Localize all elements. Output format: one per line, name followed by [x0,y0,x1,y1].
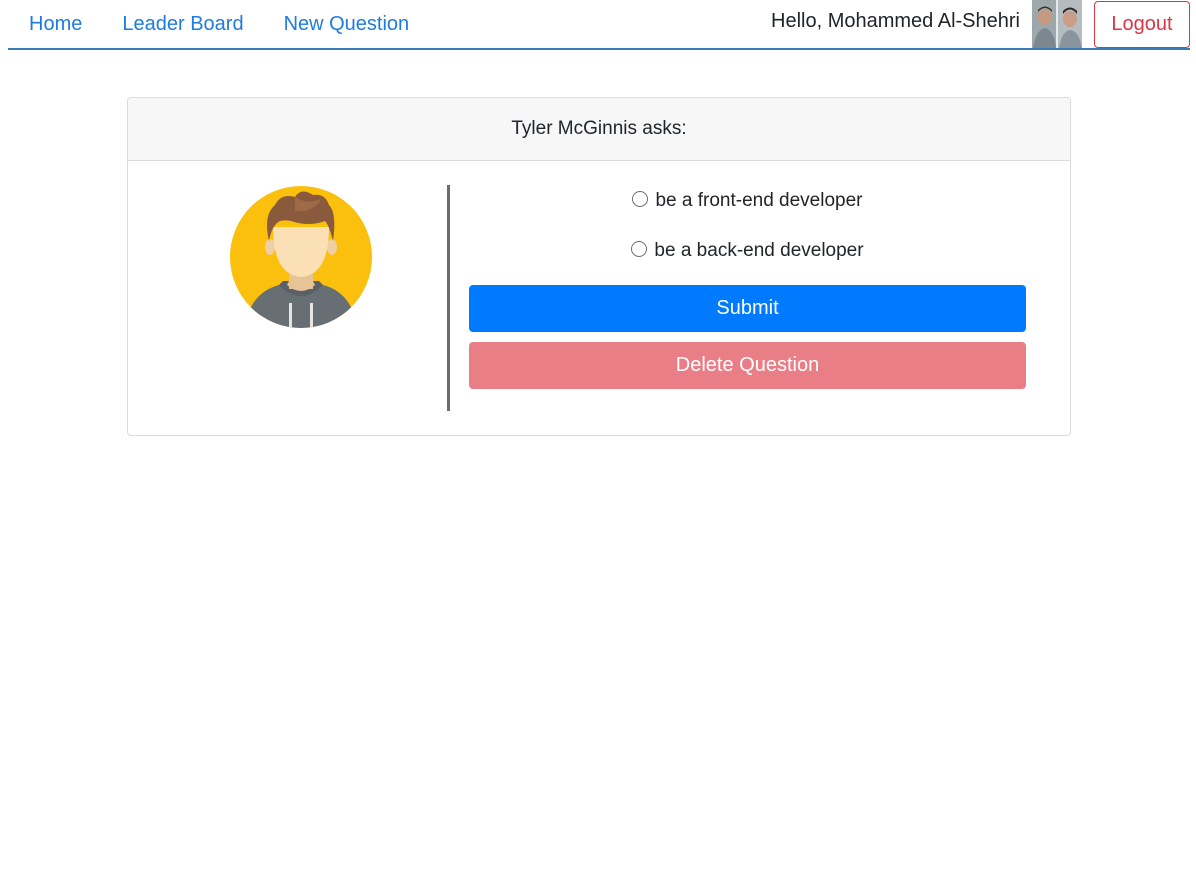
option-two-label: be a back-end developer [654,240,864,261]
question-card-body: be a front-end developer be a back-end d… [128,161,1070,435]
user-avatar [1032,0,1082,48]
option-one[interactable]: be a front-end developer [469,185,1026,217]
question-options: be a front-end developer be a back-end d… [469,185,1026,389]
delete-question-button[interactable]: Delete Question [469,342,1026,389]
user-area: Hello, Mohammed Al-Shehri Logout [771,0,1190,48]
option-one-radio[interactable] [632,191,649,207]
vertical-divider [447,185,450,411]
nav-link-leader-board[interactable]: Leader Board [102,0,263,48]
submit-button[interactable]: Submit [469,285,1026,332]
question-card-header: Tyler McGinnis asks: [128,98,1070,161]
nav-links: Home Leader Board New Question [8,0,429,48]
question-card: Tyler McGinnis asks: be a front-end deve… [127,97,1071,436]
author-avatar [229,185,373,329]
option-one-label: be a front-end developer [655,190,863,211]
nav-link-home[interactable]: Home [8,0,102,48]
user-photo-icon [1032,0,1082,48]
logout-button[interactable]: Logout [1094,0,1190,48]
top-navbar: Home Leader Board New Question Hello, Mo… [8,0,1190,50]
user-greeting: Hello, Mohammed Al-Shehri [771,9,1020,32]
avatar-man-icon [230,186,372,328]
option-two[interactable]: be a back-end developer [469,235,1026,267]
nav-link-new-question[interactable]: New Question [264,0,430,48]
option-two-radio[interactable] [631,241,648,257]
